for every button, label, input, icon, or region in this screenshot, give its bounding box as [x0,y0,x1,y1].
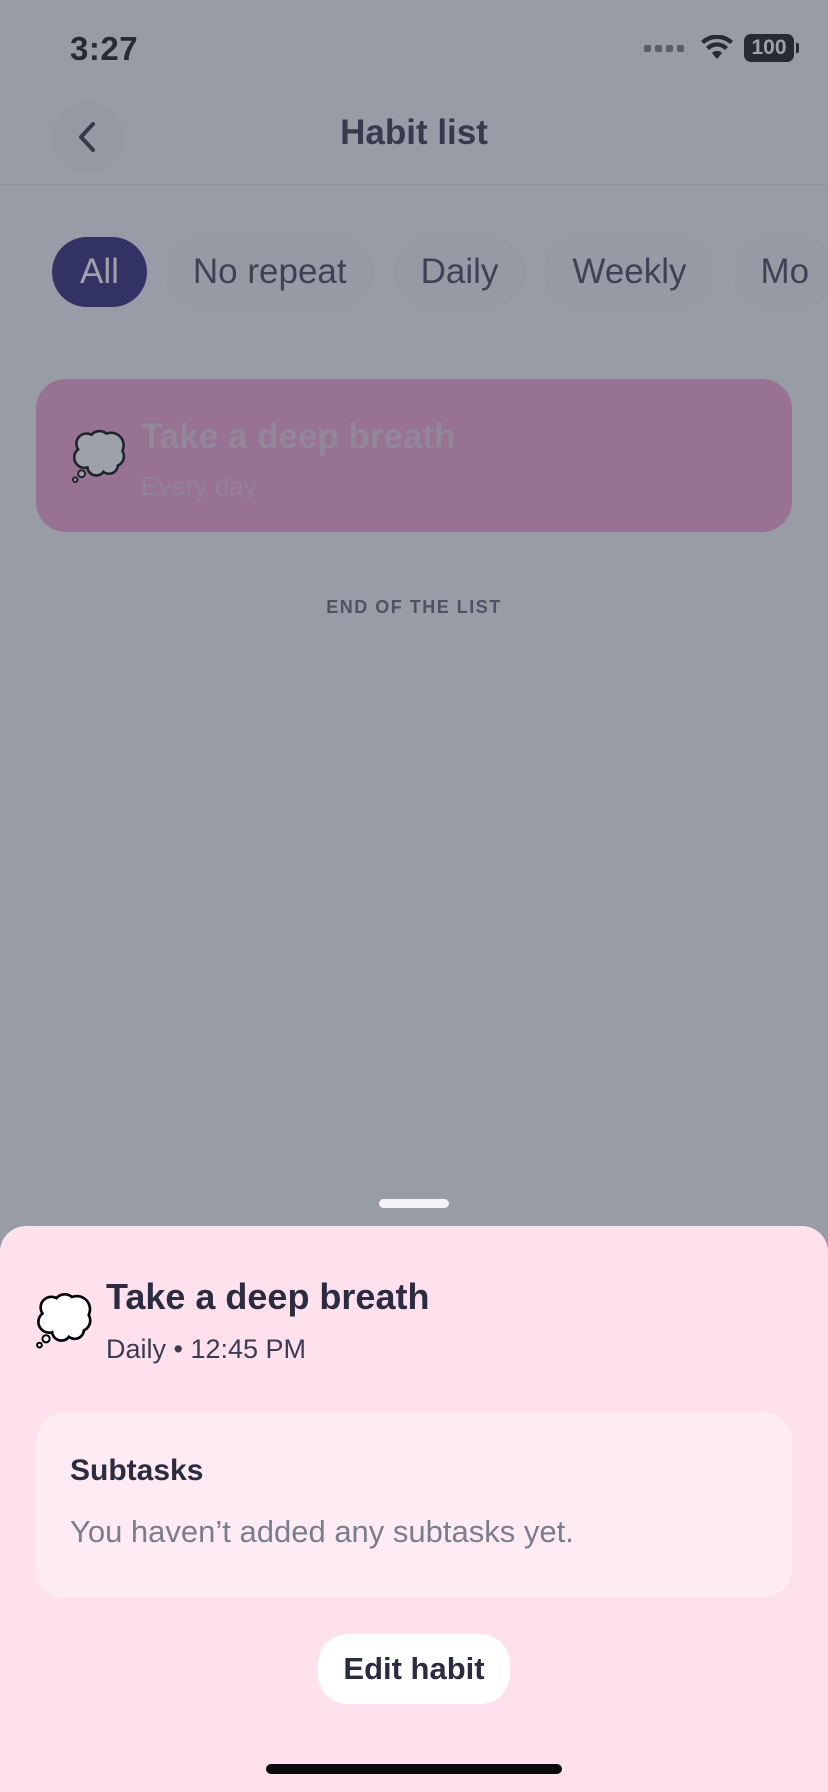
thought-bubble-icon: 💭 [34,1295,94,1348]
subtasks-card: Subtasks You haven’t added any subtasks … [36,1412,792,1598]
sheet-drag-handle[interactable] [379,1199,449,1208]
habit-detail-sheet: 💭 Take a deep breath Daily • 12:45 PM Su… [0,1226,828,1792]
home-indicator [266,1764,562,1774]
sheet-habit-schedule: Daily • 12:45 PM [106,1334,307,1364]
subtasks-heading: Subtasks [70,1454,204,1487]
subtasks-empty-message: You haven’t added any subtasks yet. [70,1514,574,1549]
sheet-habit-title: Take a deep breath [106,1276,430,1317]
edit-habit-button[interactable]: Edit habit [318,1634,510,1704]
